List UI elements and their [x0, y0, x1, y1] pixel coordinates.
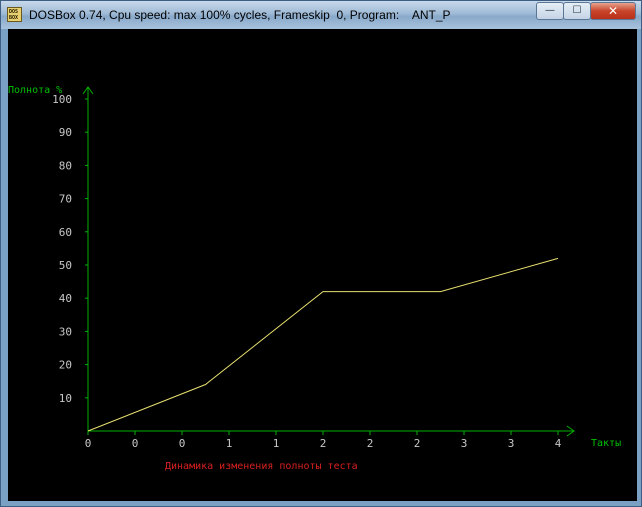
- x-tick-label: 1: [273, 437, 280, 450]
- dosbox-window: DOS BOX DOSBox 0.74, Cpu speed: max 100% …: [0, 0, 642, 507]
- title-bar[interactable]: DOS BOX DOSBox 0.74, Cpu speed: max 100% …: [1, 1, 641, 29]
- minimize-button[interactable]: —: [536, 2, 564, 20]
- x-axis-label: Такты: [591, 438, 621, 449]
- close-button[interactable]: ✕: [590, 2, 636, 20]
- y-tick-label: 20: [59, 359, 72, 372]
- y-tick-label: 50: [59, 259, 72, 272]
- chart-caption: Динамика изменения полноты теста: [165, 461, 358, 472]
- dosbox-app-icon[interactable]: DOS BOX: [7, 7, 22, 22]
- completeness-line: [87, 257, 559, 432]
- x-tick-label: 4: [555, 437, 562, 450]
- y-tick-label: 10: [59, 392, 72, 405]
- y-tick-label: 60: [59, 226, 72, 239]
- y-tick-label: 100: [52, 93, 72, 106]
- window-title: DOSBox 0.74, Cpu speed: max 100% cycles,…: [29, 8, 451, 22]
- y-tick-label: 70: [59, 193, 72, 206]
- x-tick-label: 3: [508, 437, 515, 450]
- dos-screen[interactable]: Полнота % Такты Динамика изменения полно…: [8, 29, 637, 501]
- y-tick-label: 80: [59, 159, 72, 172]
- y-tick-label: 90: [59, 126, 72, 139]
- completeness-chart: Полнота % Такты Динамика изменения полно…: [8, 85, 621, 472]
- x-tick-label: 1: [226, 437, 233, 450]
- y-tick-label: 30: [59, 325, 72, 338]
- x-tick-label: 0: [85, 437, 92, 450]
- x-tick-label: 2: [414, 437, 421, 450]
- x-tick-label: 0: [132, 437, 139, 450]
- x-tick-label: 0: [179, 437, 186, 450]
- x-tick-label: 3: [461, 437, 468, 450]
- x-tick-label: 2: [367, 437, 374, 450]
- x-tick-label: 2: [320, 437, 327, 450]
- maximize-button[interactable]: ☐: [563, 2, 591, 20]
- y-tick-label: 40: [59, 292, 72, 305]
